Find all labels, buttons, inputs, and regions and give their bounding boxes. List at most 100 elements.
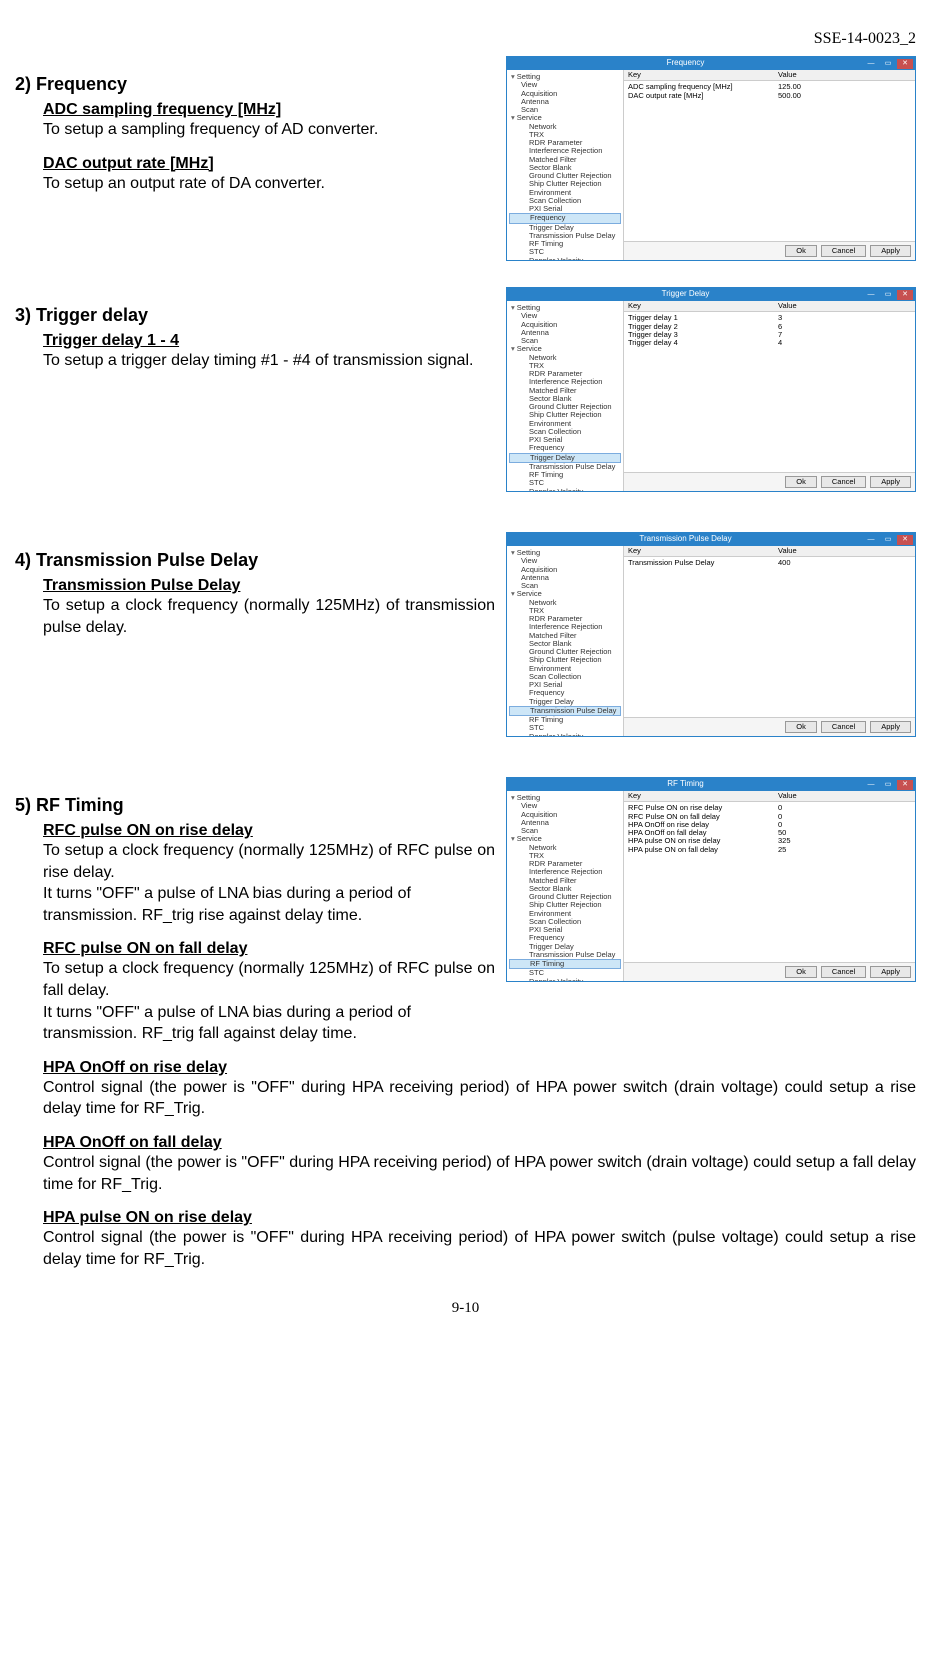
- kv-header-value: Value: [778, 71, 911, 79]
- tree-item-dopv[interactable]: Doppler Velocity: [509, 733, 621, 737]
- text-rfc-fall-b: It turns "OFF" a pulse of LNA bias durin…: [43, 1002, 495, 1045]
- tree-item-tpd[interactable]: Transmission Pulse Delay: [509, 951, 621, 959]
- cancel-button[interactable]: Cancel: [821, 245, 866, 257]
- settings-tree[interactable]: ▾SettingViewAcquisitionAntennaScan▾Servi…: [507, 301, 624, 491]
- text-dac-output: To setup an output rate of DA converter.: [43, 173, 495, 195]
- settings-tree[interactable]: ▾SettingViewAcquisitionAntennaScan▾Servi…: [507, 70, 624, 260]
- minimize-button[interactable]: —: [863, 290, 879, 300]
- apply-button[interactable]: Apply: [870, 721, 911, 733]
- kv-value: 3: [778, 314, 911, 322]
- sub-adc-sampling: ADC sampling frequency [MHz]: [43, 101, 495, 119]
- maximize-button[interactable]: ▭: [880, 59, 896, 69]
- kv-value: 6: [778, 323, 911, 331]
- close-button[interactable]: ✕: [897, 59, 913, 69]
- sub-rfc-rise: RFC pulse ON on rise delay: [43, 822, 495, 840]
- window-title: Trigger Delay: [509, 290, 862, 299]
- tree-item-service[interactable]: ▾Service: [509, 590, 621, 598]
- window-footer: Ok Cancel Apply: [624, 241, 915, 260]
- tree-item-tpd[interactable]: Transmission Pulse Delay: [509, 463, 621, 471]
- kv-header-key: Key: [628, 792, 778, 800]
- maximize-button[interactable]: ▭: [880, 535, 896, 545]
- tree-item-tpd[interactable]: Transmission Pulse Delay: [509, 232, 621, 240]
- text-tpd: To setup a clock frequency (normally 125…: [43, 595, 495, 638]
- minimize-button[interactable]: —: [863, 780, 879, 790]
- kv-row: Trigger delay 44: [628, 339, 911, 347]
- screenshot-trigger-delay-window: Trigger Delay—▭✕▾SettingViewAcquisitionA…: [506, 287, 916, 492]
- tree-item-scancol[interactable]: Scan Collection: [509, 428, 621, 436]
- maximize-button[interactable]: ▭: [880, 780, 896, 790]
- kv-value: 50: [778, 829, 911, 837]
- cancel-button[interactable]: Cancel: [821, 966, 866, 978]
- tree-item-freq[interactable]: Frequency: [509, 213, 621, 223]
- kv-value: 500.00: [778, 92, 911, 100]
- cancel-button[interactable]: Cancel: [821, 476, 866, 488]
- kv-key: HPA pulse ON on fall delay: [628, 846, 778, 854]
- tree-item-net[interactable]: Network: [509, 599, 621, 607]
- title-bar: Trigger Delay—▭✕: [507, 288, 915, 301]
- tree-item-freq[interactable]: Frequency: [509, 444, 621, 452]
- close-button[interactable]: ✕: [897, 290, 913, 300]
- tree-item-net[interactable]: Network: [509, 354, 621, 362]
- ok-button[interactable]: Ok: [785, 245, 817, 257]
- kv-header-value: Value: [778, 792, 911, 800]
- apply-button[interactable]: Apply: [870, 966, 911, 978]
- sub-tpd: Transmission Pulse Delay: [43, 577, 495, 595]
- ok-button[interactable]: Ok: [785, 476, 817, 488]
- text-rfc-fall-a: To setup a clock frequency (normally 125…: [43, 958, 495, 1001]
- minimize-button[interactable]: —: [863, 59, 879, 69]
- tree-item-rftiming[interactable]: RF Timing: [509, 471, 621, 479]
- tree-item-net[interactable]: Network: [509, 123, 621, 131]
- tree-item-service[interactable]: ▾Service: [509, 835, 621, 843]
- section-rf-timing: 5) RF Timing RFC pulse ON on rise delay …: [15, 777, 916, 1045]
- text-adc-sampling: To setup a sampling frequency of AD conv…: [43, 119, 495, 141]
- minimize-button[interactable]: —: [863, 535, 879, 545]
- text-hpa-onoff-fall: Control signal (the power is "OFF" durin…: [43, 1152, 916, 1195]
- tree-item-tpd[interactable]: Transmission Pulse Delay: [509, 706, 621, 716]
- settings-tree[interactable]: ▾SettingViewAcquisitionAntennaScan▾Servi…: [507, 546, 624, 736]
- window-title: RF Timing: [509, 780, 862, 789]
- tree-item-rftiming[interactable]: RF Timing: [509, 716, 621, 724]
- text-rfc-rise-b: It turns "OFF" a pulse of LNA bias durin…: [43, 883, 495, 926]
- tree-item-scancol[interactable]: Scan Collection: [509, 918, 621, 926]
- kv-value: 25: [778, 846, 911, 854]
- title-bar: RF Timing—▭✕: [507, 778, 915, 791]
- ok-button[interactable]: Ok: [785, 966, 817, 978]
- tree-item-trigd[interactable]: Trigger Delay: [509, 698, 621, 706]
- tree-item-pxiser[interactable]: PXI Serial: [509, 436, 621, 444]
- window-footer: Ok Cancel Apply: [624, 962, 915, 981]
- tree-item-dopv[interactable]: Doppler Velocity: [509, 978, 621, 982]
- tree-item-service[interactable]: ▾Service: [509, 345, 621, 353]
- kv-header: KeyValue: [624, 301, 915, 312]
- kv-list: Trigger delay 13Trigger delay 26Trigger …: [624, 312, 915, 472]
- tree-item-dopv[interactable]: Doppler Velocity: [509, 488, 621, 492]
- close-button[interactable]: ✕: [897, 535, 913, 545]
- close-button[interactable]: ✕: [897, 780, 913, 790]
- apply-button[interactable]: Apply: [870, 476, 911, 488]
- window-title: Frequency: [509, 59, 862, 68]
- title-bar: Transmission Pulse Delay—▭✕: [507, 533, 915, 546]
- kv-header: KeyValue: [624, 791, 915, 802]
- tree-item-pxiser[interactable]: PXI Serial: [509, 681, 621, 689]
- tree-item-net[interactable]: Network: [509, 844, 621, 852]
- tree-item-scancol[interactable]: Scan Collection: [509, 197, 621, 205]
- tree-item-rftiming[interactable]: RF Timing: [509, 240, 621, 248]
- settings-window: Trigger Delay—▭✕▾SettingViewAcquisitionA…: [506, 287, 916, 492]
- maximize-button[interactable]: ▭: [880, 290, 896, 300]
- kv-row: DAC output rate [MHz]500.00: [628, 92, 911, 100]
- tree-item-pxiser[interactable]: PXI Serial: [509, 926, 621, 934]
- kv-key: Trigger delay 4: [628, 339, 778, 347]
- tree-item-service[interactable]: ▾Service: [509, 114, 621, 122]
- kv-header-value: Value: [778, 302, 911, 310]
- ok-button[interactable]: Ok: [785, 721, 817, 733]
- settings-tree[interactable]: ▾SettingViewAcquisitionAntennaScan▾Servi…: [507, 791, 624, 981]
- tree-item-dopv[interactable]: Doppler Velocity: [509, 257, 621, 261]
- cancel-button[interactable]: Cancel: [821, 721, 866, 733]
- sub-trigger-delay: Trigger delay 1 - 4: [43, 332, 495, 350]
- tree-item-pxiser[interactable]: PXI Serial: [509, 205, 621, 213]
- tree-item-scancol[interactable]: Scan Collection: [509, 673, 621, 681]
- apply-button[interactable]: Apply: [870, 245, 911, 257]
- tree-item-rftiming[interactable]: RF Timing: [509, 959, 621, 969]
- section-3-title: 3) Trigger delay: [15, 305, 495, 326]
- kv-list: Transmission Pulse Delay400: [624, 557, 915, 717]
- page-number: 9-10: [15, 1300, 916, 1317]
